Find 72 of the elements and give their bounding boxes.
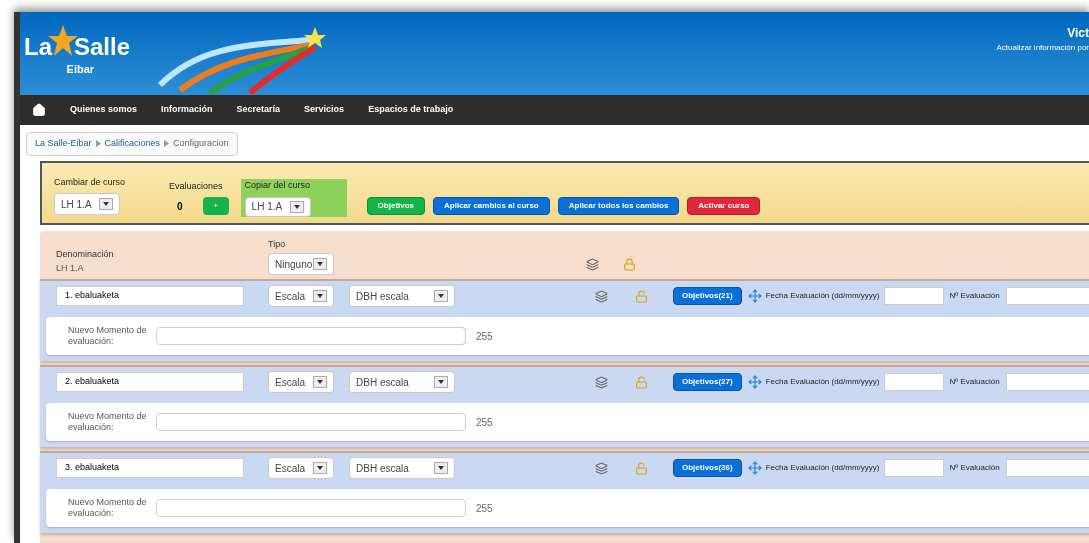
field-label: Cambiar de curso xyxy=(54,175,126,189)
field-label: Copiar del curso xyxy=(244,179,312,192)
nav-item[interactable]: Información xyxy=(161,103,213,117)
type-select[interactable]: Escala xyxy=(268,285,334,307)
moment-field[interactable] xyxy=(156,327,466,345)
objectives-button[interactable]: Objetivos(27) xyxy=(673,373,742,391)
date-label: Fecha Evaluación (dd/mm/yyyy) xyxy=(765,462,880,474)
name-field[interactable]: 1. ebaluaketa xyxy=(56,286,244,306)
nav-item[interactable]: Servicios xyxy=(304,103,345,117)
move-icon[interactable] xyxy=(747,461,762,475)
logo-text: Salle xyxy=(74,32,131,63)
date-field[interactable] xyxy=(883,459,944,477)
logo-subtitle: Eibar xyxy=(66,62,95,78)
padlock-closed-icon[interactable] xyxy=(623,258,636,271)
move-icon[interactable] xyxy=(747,289,762,303)
nav-item[interactable]: Espacios de trabajo xyxy=(368,103,454,117)
moment-label: Nuevo Momento de evaluación: xyxy=(68,410,148,434)
logo-text: La xyxy=(24,32,52,63)
scale-select[interactable]: DBH escala xyxy=(349,285,455,307)
column-header: Tipo xyxy=(268,237,287,251)
padlock-open-icon[interactable] xyxy=(635,461,648,475)
separator-icon xyxy=(95,140,101,148)
evaluation-number-select[interactable] xyxy=(1005,373,1089,391)
scale-select[interactable]: DBH escala xyxy=(349,457,455,479)
course-select[interactable]: LH 1.A xyxy=(244,196,311,217)
name-field[interactable]: 3. ebaluaketa xyxy=(56,458,244,478)
column-header: Denominación xyxy=(56,248,115,261)
evaluation-number-label: Nº Evaluación xyxy=(949,462,1000,474)
evaluation-number-select[interactable] xyxy=(1005,287,1089,305)
moment-field[interactable] xyxy=(156,413,466,431)
evaluation-number-select[interactable] xyxy=(1005,459,1089,477)
objectives-button[interactable]: Objetivos(36) xyxy=(673,459,742,477)
evaluation-number-label: Nº Evaluación xyxy=(949,290,1000,302)
move-icon[interactable] xyxy=(747,375,762,389)
moment-label: Nuevo Momento de evaluación: xyxy=(68,496,148,520)
separator-icon xyxy=(164,140,170,148)
moment-field[interactable] xyxy=(156,499,466,517)
max-length: 255 xyxy=(476,329,493,344)
stack-icon[interactable] xyxy=(595,461,608,475)
max-length: 255 xyxy=(476,501,493,516)
breadcrumb-link[interactable]: Calificaciones xyxy=(104,137,161,151)
objectives-button[interactable]: Objetivos(21) xyxy=(673,287,742,305)
type-select[interactable]: Ninguno xyxy=(268,253,334,275)
stack-icon[interactable] xyxy=(595,375,608,389)
update-info-link[interactable]: Actualizar información por xyxy=(996,42,1089,54)
date-label: Fecha Evaluación (dd/mm/yyyy) xyxy=(765,376,880,388)
scale-select[interactable]: DBH escala xyxy=(349,371,455,393)
breadcrumb-link[interactable]: La Salle-Eibar xyxy=(35,137,92,151)
field-label: Evaluaciones xyxy=(169,179,224,193)
date-field[interactable] xyxy=(883,287,944,305)
max-length: 255 xyxy=(476,415,493,430)
type-select[interactable]: Escala xyxy=(268,371,334,393)
evaluation-number-label: Nº Evaluación xyxy=(949,376,1000,388)
nav-item[interactable]: Quienes somos xyxy=(70,103,138,117)
course-select[interactable]: LH 1.A xyxy=(54,193,120,215)
date-label: Fecha Evaluación (dd/mm/yyyy) xyxy=(765,290,880,302)
name-field[interactable]: 2. ebaluaketa xyxy=(56,372,244,392)
action-button[interactable]: Aplicar cambios al curso xyxy=(433,197,550,215)
padlock-open-icon[interactable] xyxy=(635,289,648,303)
home-icon[interactable] xyxy=(32,103,46,117)
moment-label: Nuevo Momento de evaluación: xyxy=(68,324,148,348)
padlock-open-icon[interactable] xyxy=(635,375,648,389)
user-name: Vict xyxy=(1067,25,1089,42)
nav-item[interactable]: Secretaría xyxy=(236,103,281,117)
type-select[interactable]: Escala xyxy=(268,457,334,479)
stack-icon[interactable] xyxy=(595,289,608,303)
course-name: LH 1.A xyxy=(56,261,85,275)
stack-icon[interactable] xyxy=(586,258,599,271)
date-field[interactable] xyxy=(883,373,944,391)
evaluations-count: 0 xyxy=(177,199,183,214)
action-button[interactable]: Aplicar todos los cambios xyxy=(557,197,680,215)
action-button[interactable]: Activar curso xyxy=(687,197,761,215)
